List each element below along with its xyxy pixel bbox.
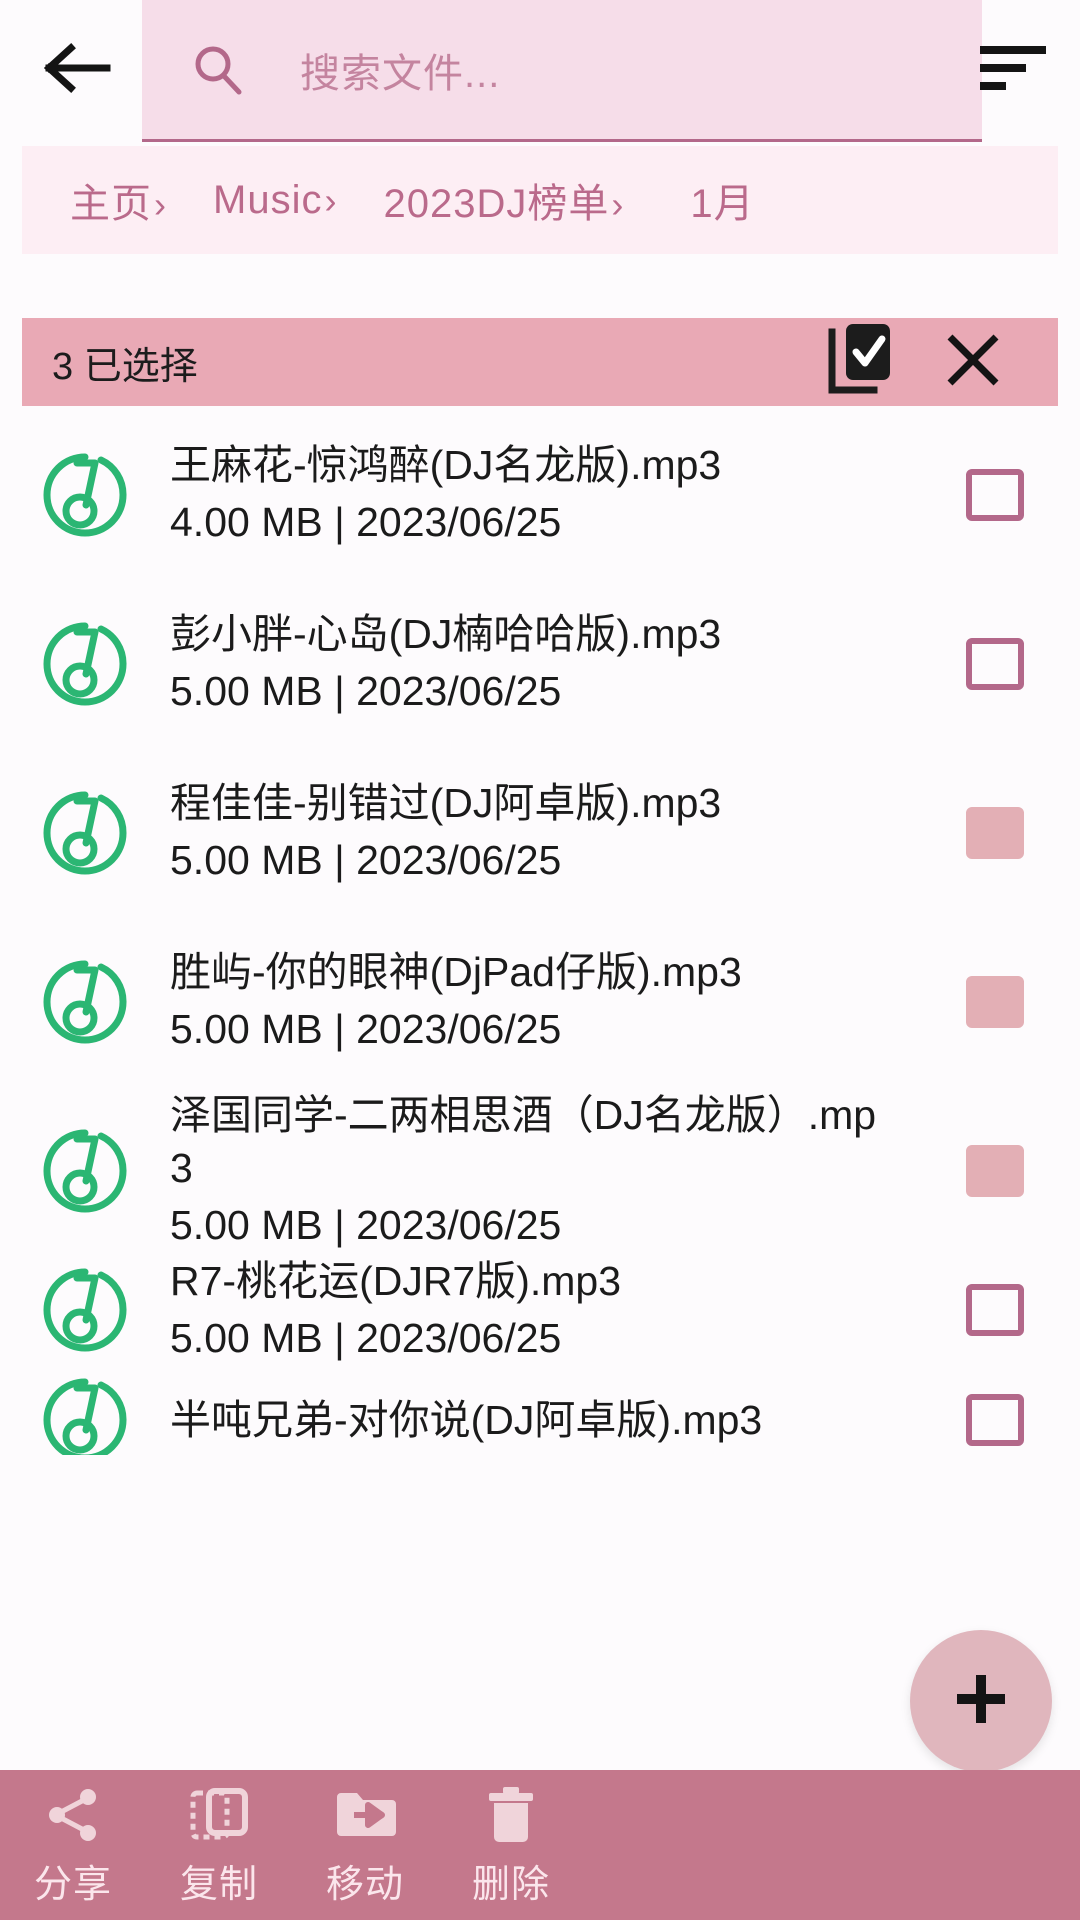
file-list[interactable]: 王麻花-惊鸿醉(DJ名龙版).mp3 4.00 MB | 2023/06/25 彭小… bbox=[0, 410, 1080, 1455]
breadcrumb-separator-icon: › bbox=[154, 184, 167, 225]
file-list-item[interactable]: 泽国同学-二两相思酒（DJ名龙版）.mp3 5.00 MB | 2023/06/2… bbox=[0, 1086, 1080, 1255]
breadcrumb-separator-icon: › bbox=[611, 184, 625, 225]
close-icon bbox=[942, 329, 1004, 396]
file-checkbox[interactable] bbox=[910, 975, 1080, 1028]
add-fab-button[interactable] bbox=[910, 1630, 1052, 1772]
file-name: 彭小胖-心岛(DJ楠哈哈版).mp3 bbox=[170, 611, 722, 657]
file-checkbox[interactable] bbox=[910, 806, 1080, 859]
copy-icon bbox=[189, 1783, 249, 1847]
file-manager-screen: 搜索文件... 主页›Music›2023DJ榜单›1月 3 已选择 bbox=[0, 0, 1080, 1920]
selected-count-label: 3 已选择 bbox=[52, 345, 198, 388]
file-list-item[interactable]: 半吨兄弟-对你说(DJ阿卓版).mp3 bbox=[0, 1365, 1080, 1455]
breadcrumb-item[interactable]: 2023DJ榜单 › bbox=[383, 171, 624, 229]
file-info: 泽国同学-二两相思酒（DJ名龙版）.mp3 5.00 MB | 2023/06/2… bbox=[170, 1089, 910, 1253]
toolbar-move-folder-button[interactable]: 移动 bbox=[292, 1770, 438, 1920]
file-info: 王麻花-惊鸿醉(DJ名龙版).mp3 4.00 MB | 2023/06/25 bbox=[170, 439, 910, 550]
file-info: 胜屿-你的眼神(DjPad仔版).mp3 5.00 MB | 2023/06/25 bbox=[170, 946, 910, 1057]
plus-icon bbox=[951, 1669, 1011, 1734]
checkbox-unchecked-icon bbox=[966, 468, 1024, 521]
select-all-button[interactable] bbox=[818, 319, 904, 405]
toolbar-button-label: 删除 bbox=[471, 1863, 550, 1906]
bottom-action-toolbar: 分享 复制 移动 删除 bbox=[0, 1770, 1080, 1920]
close-selection-button[interactable] bbox=[930, 319, 1016, 405]
toolbar-trash-button[interactable]: 删除 bbox=[438, 1770, 584, 1920]
file-meta: 5.00 MB | 2023/06/25 bbox=[170, 1314, 562, 1361]
toolbar-copy-button[interactable]: 复制 bbox=[146, 1770, 292, 1920]
file-name: 泽国同学-二两相思酒（DJ名龙版）.mp3 bbox=[170, 1091, 877, 1191]
file-name: R7-桃花运(DJR7版).mp3 bbox=[170, 1257, 622, 1304]
search-field[interactable]: 搜索文件... bbox=[142, 0, 982, 142]
sort-button[interactable] bbox=[974, 34, 1052, 106]
trash-icon bbox=[485, 1783, 537, 1847]
file-meta: 5.00 MB | 2023/06/25 bbox=[170, 837, 562, 883]
file-name: 程佳佳-别错过(DJ阿卓版).mp3 bbox=[170, 780, 722, 826]
selection-action-bar: 3 已选择 bbox=[22, 318, 1058, 406]
file-name: 王麻花-惊鸿醉(DJ名龙版).mp3 bbox=[170, 442, 722, 488]
checkbox-checked-icon bbox=[966, 1144, 1024, 1197]
file-info: R7-桃花运(DJR7版).mp3 5.00 MB | 2023/06/25 bbox=[170, 1255, 910, 1366]
sort-icon bbox=[978, 42, 1048, 99]
toolbar-button-label: 分享 bbox=[33, 1863, 112, 1906]
file-info: 彭小胖-心岛(DJ楠哈哈版).mp3 5.00 MB | 2023/06/25 bbox=[170, 608, 910, 719]
file-checkbox[interactable] bbox=[910, 637, 1080, 690]
search-icon bbox=[190, 42, 246, 98]
file-checkbox[interactable] bbox=[910, 1284, 1080, 1336]
file-list-item[interactable]: 彭小胖-心岛(DJ楠哈哈版).mp3 5.00 MB | 2023/06/25 bbox=[0, 579, 1080, 748]
music-note-icon bbox=[0, 579, 170, 748]
breadcrumb-separator-icon: › bbox=[324, 179, 338, 221]
music-note-icon bbox=[0, 917, 170, 1086]
file-list-item[interactable]: R7-桃花运(DJR7版).mp3 5.00 MB | 2023/06/25 bbox=[0, 1255, 1080, 1365]
breadcrumb-item[interactable]: 1月 bbox=[690, 171, 754, 229]
top-bar: 搜索文件... bbox=[0, 0, 1080, 142]
search-placeholder-text: 搜索文件... bbox=[300, 51, 501, 96]
breadcrumb: 主页 › Music › 2023DJ榜单 › 1月 bbox=[22, 146, 1058, 254]
breadcrumb-item-label: Music bbox=[213, 177, 323, 222]
checkbox-unchecked-icon bbox=[966, 1284, 1024, 1336]
file-meta: 5.00 MB | 2023/06/25 bbox=[170, 668, 562, 714]
move-folder-icon bbox=[334, 1783, 396, 1847]
toolbar-button-label: 移动 bbox=[325, 1863, 404, 1906]
checkbox-checked-icon bbox=[966, 975, 1024, 1028]
file-name: 半吨兄弟-对你说(DJ阿卓版).mp3 bbox=[170, 1396, 763, 1443]
back-button[interactable] bbox=[32, 30, 122, 110]
breadcrumb-item-label: 主页 bbox=[70, 182, 152, 226]
file-meta: 4.00 MB | 2023/06/25 bbox=[170, 499, 562, 545]
checkbox-unchecked-icon bbox=[966, 637, 1024, 690]
checkbox-checked-icon bbox=[966, 806, 1024, 859]
breadcrumb-item-label: 2023DJ榜单 bbox=[383, 182, 610, 226]
music-note-icon bbox=[0, 410, 170, 579]
file-list-item[interactable]: 胜屿-你的眼神(DjPad仔版).mp3 5.00 MB | 2023/06/25 bbox=[0, 917, 1080, 1086]
file-meta: 5.00 MB | 2023/06/25 bbox=[170, 1006, 562, 1052]
checkbox-unchecked-icon bbox=[966, 1394, 1024, 1446]
file-list-item[interactable]: 王麻花-惊鸿醉(DJ名龙版).mp3 4.00 MB | 2023/06/25 bbox=[0, 410, 1080, 579]
breadcrumb-item[interactable]: 主页 › bbox=[70, 171, 167, 229]
music-note-icon bbox=[0, 1255, 170, 1365]
file-checkbox[interactable] bbox=[910, 1394, 1080, 1446]
toolbar-button-label: 复制 bbox=[179, 1863, 258, 1906]
file-checkbox[interactable] bbox=[910, 1144, 1080, 1197]
share-icon bbox=[43, 1783, 103, 1847]
music-note-icon bbox=[0, 1365, 170, 1455]
toolbar-share-button[interactable]: 分享 bbox=[0, 1770, 146, 1920]
file-list-item[interactable]: 程佳佳-别错过(DJ阿卓版).mp3 5.00 MB | 2023/06/25 bbox=[0, 748, 1080, 917]
file-info: 半吨兄弟-对你说(DJ阿卓版).mp3 bbox=[170, 1394, 910, 1447]
file-checkbox[interactable] bbox=[910, 468, 1080, 521]
file-info: 程佳佳-别错过(DJ阿卓版).mp3 5.00 MB | 2023/06/25 bbox=[170, 777, 910, 888]
file-meta: 5.00 MB | 2023/06/25 bbox=[170, 1201, 562, 1248]
file-name: 胜屿-你的眼神(DjPad仔版).mp3 bbox=[170, 949, 742, 995]
breadcrumb-item-label: 1月 bbox=[690, 182, 755, 226]
music-note-icon bbox=[0, 748, 170, 917]
music-note-icon bbox=[0, 1086, 170, 1255]
breadcrumb-item[interactable]: Music › bbox=[213, 178, 337, 223]
library-add-check-icon bbox=[828, 322, 894, 403]
arrow-left-icon bbox=[41, 40, 113, 101]
